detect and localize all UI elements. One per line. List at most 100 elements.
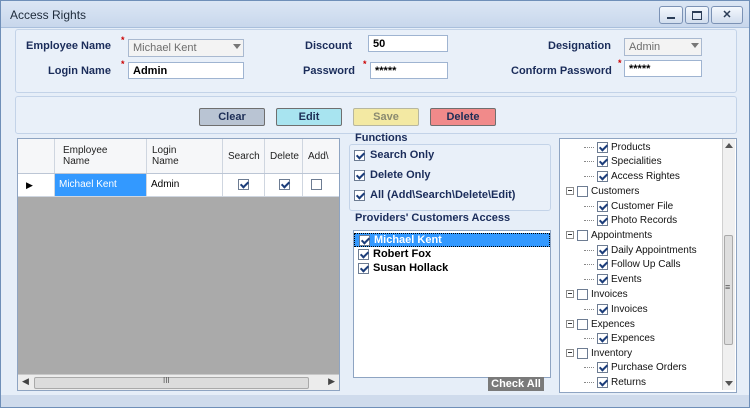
cell-employee-name[interactable]: Michael Kent xyxy=(55,174,147,196)
provider-label: Robert Fox xyxy=(373,248,432,260)
tree-connector xyxy=(584,263,594,265)
employee-name-label: Employee Name xyxy=(26,40,111,52)
save-button[interactable]: Save xyxy=(353,108,419,126)
column-header-search[interactable]: Search xyxy=(223,139,265,173)
tree-checkbox[interactable] xyxy=(597,155,608,167)
provider-checkbox[interactable] xyxy=(359,234,370,246)
maximize-button[interactable] xyxy=(685,6,709,24)
collapse-icon[interactable] xyxy=(566,349,574,357)
provider-checkbox[interactable] xyxy=(358,262,369,274)
tree-node[interactable]: Expences xyxy=(566,317,635,331)
search-only-checkbox[interactable] xyxy=(354,149,365,161)
tree-vertical-scrollbar[interactable]: ≡ xyxy=(722,139,735,390)
collapse-icon[interactable] xyxy=(566,290,574,298)
tree-node[interactable]: Invoices xyxy=(584,302,648,316)
scroll-down-icon[interactable] xyxy=(725,381,733,386)
search-checkbox[interactable] xyxy=(238,178,249,190)
search-only-option[interactable]: Search Only xyxy=(354,149,434,161)
scroll-up-icon[interactable] xyxy=(725,143,733,148)
designation-combobox[interactable]: Admin xyxy=(624,38,702,56)
tree-checkbox[interactable] xyxy=(597,332,608,344)
row-selector[interactable]: ▶ xyxy=(18,174,55,196)
all-rights-checkbox[interactable] xyxy=(354,189,365,201)
scroll-left-icon[interactable]: ◀ xyxy=(22,376,29,387)
tree-node[interactable]: Purchase Orders xyxy=(584,360,687,374)
password-label: Password xyxy=(303,65,355,77)
tree-node[interactable]: Products xyxy=(584,140,650,154)
delete-button[interactable]: Delete xyxy=(430,108,496,126)
collapse-icon[interactable] xyxy=(566,187,574,195)
login-name-field[interactable]: Admin xyxy=(128,62,244,79)
scroll-thumb[interactable]: ≡ xyxy=(724,235,733,345)
scroll-thumb[interactable]: III xyxy=(34,376,309,389)
tree-checkbox[interactable] xyxy=(597,244,608,256)
confirm-password-field[interactable]: ***** xyxy=(624,60,702,77)
tree-node[interactable]: Events xyxy=(584,272,642,286)
cell-login-name[interactable]: Admin xyxy=(147,174,223,196)
tree-connector xyxy=(584,337,594,339)
minimize-button[interactable] xyxy=(659,6,683,24)
tree-node[interactable]: Specialities xyxy=(584,154,662,168)
edit-button[interactable]: Edit xyxy=(276,108,342,126)
tree-node[interactable]: Expences xyxy=(584,331,655,345)
tree-node[interactable]: Appointments xyxy=(566,228,652,242)
tree-checkbox[interactable] xyxy=(577,318,588,330)
tree-node[interactable]: Customers xyxy=(566,184,639,198)
functions-title: Functions xyxy=(355,132,408,144)
cell-add[interactable] xyxy=(303,174,339,196)
clear-button[interactable]: Clear xyxy=(199,108,265,126)
employees-grid[interactable]: Employee Name Login Name Search Delete A… xyxy=(17,138,340,391)
tree-node[interactable]: Access Rightes xyxy=(584,169,680,183)
employee-name-combobox[interactable]: Michael Kent xyxy=(128,39,244,57)
provider-item[interactable]: Susan Hollack xyxy=(354,261,550,275)
cell-delete[interactable] xyxy=(265,174,303,196)
tree-checkbox[interactable] xyxy=(577,288,588,300)
table-row[interactable]: ▶ Michael Kent Admin xyxy=(18,174,339,197)
add-checkbox[interactable] xyxy=(311,178,322,190)
all-rights-option[interactable]: All (Add\Search\Delete\Edit) xyxy=(354,189,515,201)
tree-checkbox[interactable] xyxy=(597,273,608,285)
tree-checkbox[interactable] xyxy=(577,229,588,241)
tree-node-label: Appointments xyxy=(591,229,653,241)
permissions-tree[interactable]: Products Specialities Access Rightes Cus… xyxy=(559,138,737,393)
tree-checkbox[interactable] xyxy=(597,258,608,270)
provider-item[interactable]: Michael Kent xyxy=(354,233,550,247)
close-button[interactable]: ✕ xyxy=(711,6,743,24)
cell-search[interactable] xyxy=(223,174,265,196)
column-header-employee-name[interactable]: Employee Name xyxy=(55,139,147,173)
tree-node-label: Inventory xyxy=(591,347,633,359)
tree-checkbox[interactable] xyxy=(597,214,608,226)
delete-only-checkbox[interactable] xyxy=(354,169,365,181)
tree-checkbox[interactable] xyxy=(577,347,588,359)
tree-node[interactable]: Daily Appointments xyxy=(584,243,697,257)
column-header-login-name[interactable]: Login Name xyxy=(147,139,223,173)
grid-horizontal-scrollbar[interactable]: ◀ III ▶ xyxy=(18,374,339,390)
tree-node[interactable]: Follow Up Calls xyxy=(584,257,680,271)
password-field[interactable]: ***** xyxy=(370,62,448,79)
collapse-icon[interactable] xyxy=(566,320,574,328)
check-all-button[interactable]: Check All xyxy=(488,377,544,391)
discount-field[interactable]: 50 xyxy=(368,35,448,52)
column-header-add[interactable]: Add\ xyxy=(303,139,339,173)
tree-node[interactable]: Inventory xyxy=(566,346,632,360)
tree-node[interactable]: Invoices xyxy=(566,287,628,301)
provider-checkbox[interactable] xyxy=(358,248,369,260)
tree-checkbox[interactable] xyxy=(597,361,608,373)
delete-checkbox[interactable] xyxy=(279,178,290,190)
providers-checklist[interactable]: Michael Kent Robert Fox Susan Hollack xyxy=(353,230,551,378)
collapse-icon[interactable] xyxy=(566,231,574,239)
tree-checkbox[interactable] xyxy=(597,170,608,182)
provider-item[interactable]: Robert Fox xyxy=(354,247,550,261)
tree-node[interactable]: Photo Records xyxy=(584,213,677,227)
delete-only-option[interactable]: Delete Only xyxy=(354,169,431,181)
tree-checkbox[interactable] xyxy=(597,141,608,153)
tree-checkbox[interactable] xyxy=(597,376,608,388)
tree-node[interactable]: Customer File xyxy=(584,199,673,213)
tree-checkbox[interactable] xyxy=(577,185,588,197)
tree-node[interactable]: Returns xyxy=(584,375,646,389)
tree-node-label: Expences xyxy=(611,332,655,344)
tree-checkbox[interactable] xyxy=(597,200,608,212)
tree-checkbox[interactable] xyxy=(597,303,608,315)
scroll-right-icon[interactable]: ▶ xyxy=(328,376,335,387)
column-header-delete[interactable]: Delete xyxy=(265,139,303,173)
